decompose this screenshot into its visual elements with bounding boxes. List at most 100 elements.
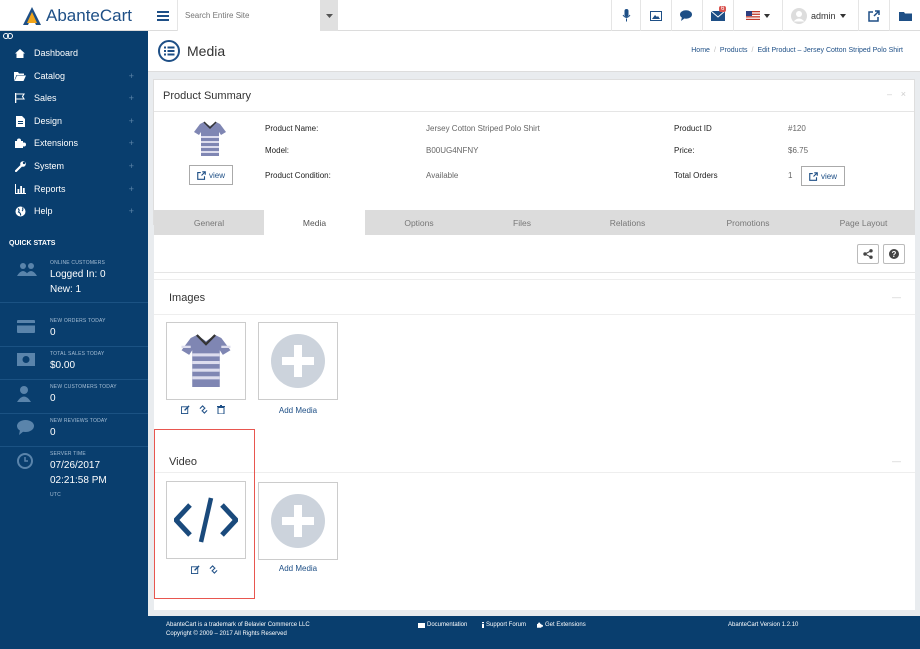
main-content: Media Home / Products / Edit Product – J…	[148, 31, 920, 616]
tab-promotions[interactable]: Promotions	[684, 210, 812, 235]
add-image-tile[interactable]	[258, 322, 338, 400]
logo-text: AbanteCart	[46, 5, 132, 25]
footer: AbanteCart is a trademark of Belavier Co…	[148, 616, 920, 649]
us-flag-icon	[746, 11, 760, 20]
close-icon[interactable]: ×	[901, 89, 906, 99]
minimize-icon[interactable]: –	[887, 89, 892, 99]
stat-value: 0	[50, 327, 56, 338]
voice-search-button[interactable]	[611, 0, 640, 31]
external-link-icon	[868, 9, 880, 22]
server-date: 07/26/2017	[50, 460, 101, 471]
plus-circle-icon	[271, 334, 325, 388]
stat-server-time: SERVER TIME 07/26/2017 02:21:58 PM UTC	[0, 447, 148, 505]
support-forum-link[interactable]: Support Forum	[482, 622, 526, 628]
menu-toggle-button[interactable]	[148, 0, 178, 31]
sidebar-item-sales[interactable]: Sales +	[0, 87, 148, 109]
info-icon	[482, 622, 484, 628]
add-video-tile[interactable]	[258, 482, 338, 560]
search-dropdown-button[interactable]	[320, 0, 338, 31]
open-storefront-button[interactable]	[858, 0, 889, 31]
sidebar-item-system[interactable]: System +	[0, 155, 148, 177]
edit-icon[interactable]	[181, 405, 190, 414]
sidebar-item-label: Help	[34, 206, 53, 216]
breadcrumb-home[interactable]: Home	[691, 47, 710, 54]
images-section: Images — Add Media	[154, 279, 915, 429]
toolbar: ?	[154, 235, 915, 273]
caret-down-icon	[325, 13, 333, 18]
collapse-icon[interactable]: —	[892, 292, 901, 302]
search-input[interactable]	[178, 0, 320, 31]
sidebar-item-label: System	[34, 161, 65, 171]
toggle-icon[interactable]	[3, 33, 13, 39]
messages-button[interactable]	[671, 0, 702, 31]
caret-down-icon	[839, 13, 846, 18]
add-image-link[interactable]: Add Media	[258, 406, 338, 415]
sidebar-item-label: Dashboard	[34, 48, 79, 58]
user-menu[interactable]: admin	[782, 0, 858, 31]
stat-label: SERVER TIME	[50, 451, 86, 457]
mail-button[interactable]: 6	[702, 0, 733, 31]
sidebar-item-dashboard[interactable]: Dashboard	[0, 42, 148, 64]
share-button[interactable]	[857, 244, 879, 264]
stat-logged-in: Logged In: 0	[50, 269, 106, 280]
product-image-tile[interactable]	[166, 322, 246, 400]
total-orders-value: 1	[788, 171, 793, 180]
external-link-icon	[197, 170, 206, 180]
sidebar-item-extensions[interactable]: Extensions +	[0, 132, 148, 154]
language-selector[interactable]	[733, 0, 782, 31]
media-button[interactable]	[640, 0, 671, 31]
breadcrumb-edit-product[interactable]: Edit Product – Jersey Cotton Striped Pol…	[757, 47, 903, 54]
tab-media[interactable]: Media	[264, 210, 365, 235]
puzzle-icon	[14, 138, 26, 148]
stat-new-reviews: NEW REVIEWS TODAY 0	[0, 414, 148, 447]
help-button[interactable]: ?	[883, 244, 905, 264]
plus-icon: +	[128, 184, 134, 194]
add-video-link[interactable]: Add Media	[258, 564, 338, 573]
flag-icon	[15, 93, 25, 103]
video-section: Video — Add Media	[154, 435, 915, 610]
sidebar-item-label: Extensions	[34, 138, 79, 148]
price-label: Price:	[674, 146, 695, 155]
tab-relations[interactable]: Relations	[571, 210, 684, 235]
tab-files[interactable]: Files	[473, 210, 571, 235]
model-label: Model:	[265, 146, 290, 155]
comments-icon	[680, 10, 692, 21]
svg-text:?: ?	[892, 250, 897, 259]
divider	[154, 111, 914, 112]
server-time: 02:21:58 PM	[50, 475, 107, 486]
stat-new-orders: NEW ORDERS TODAY 0	[0, 314, 148, 347]
user-icon	[17, 386, 31, 402]
unlink-icon[interactable]	[199, 405, 208, 414]
envelope-icon	[711, 10, 725, 21]
image-icon	[650, 10, 662, 21]
breadcrumb-products[interactable]: Products	[720, 47, 748, 54]
sidebar-item-catalog[interactable]: Catalog +	[0, 65, 148, 87]
get-extensions-link[interactable]: Get Extensions	[537, 622, 586, 628]
logo[interactable]: AbanteCart	[0, 0, 148, 31]
sidebar-item-reports[interactable]: Reports +	[0, 178, 148, 200]
sidebar-item-help[interactable]: Help +	[0, 200, 148, 222]
view-product-button[interactable]: view	[189, 165, 233, 185]
highlight-box	[154, 429, 255, 599]
collapse-icon[interactable]: —	[892, 456, 901, 466]
credit-card-icon	[17, 320, 35, 333]
view-orders-button[interactable]: view	[801, 166, 845, 186]
stat-total-sales: TOTAL SALES TODAY $0.00	[0, 347, 148, 380]
documentation-link[interactable]: Documentation	[418, 622, 467, 628]
tab-page-layout[interactable]: Page Layout	[812, 210, 915, 235]
external-link-icon	[809, 171, 818, 181]
sidebar-item-design[interactable]: Design +	[0, 110, 148, 132]
tab-general[interactable]: General	[154, 210, 264, 235]
globe-icon	[15, 206, 25, 216]
product-tabs: General Media Options Files Relations Pr…	[154, 210, 915, 235]
file-manager-button[interactable]	[889, 0, 920, 31]
clock-icon	[17, 453, 33, 469]
condition-value: Available	[426, 171, 459, 180]
plus-icon: +	[128, 206, 134, 216]
hamburger-icon	[156, 10, 169, 21]
summary-title: Product Summary	[163, 90, 252, 102]
plus-circle-icon	[271, 494, 325, 548]
tab-options[interactable]: Options	[365, 210, 473, 235]
total-orders-label: Total Orders	[674, 171, 718, 180]
trash-icon[interactable]	[217, 405, 225, 414]
